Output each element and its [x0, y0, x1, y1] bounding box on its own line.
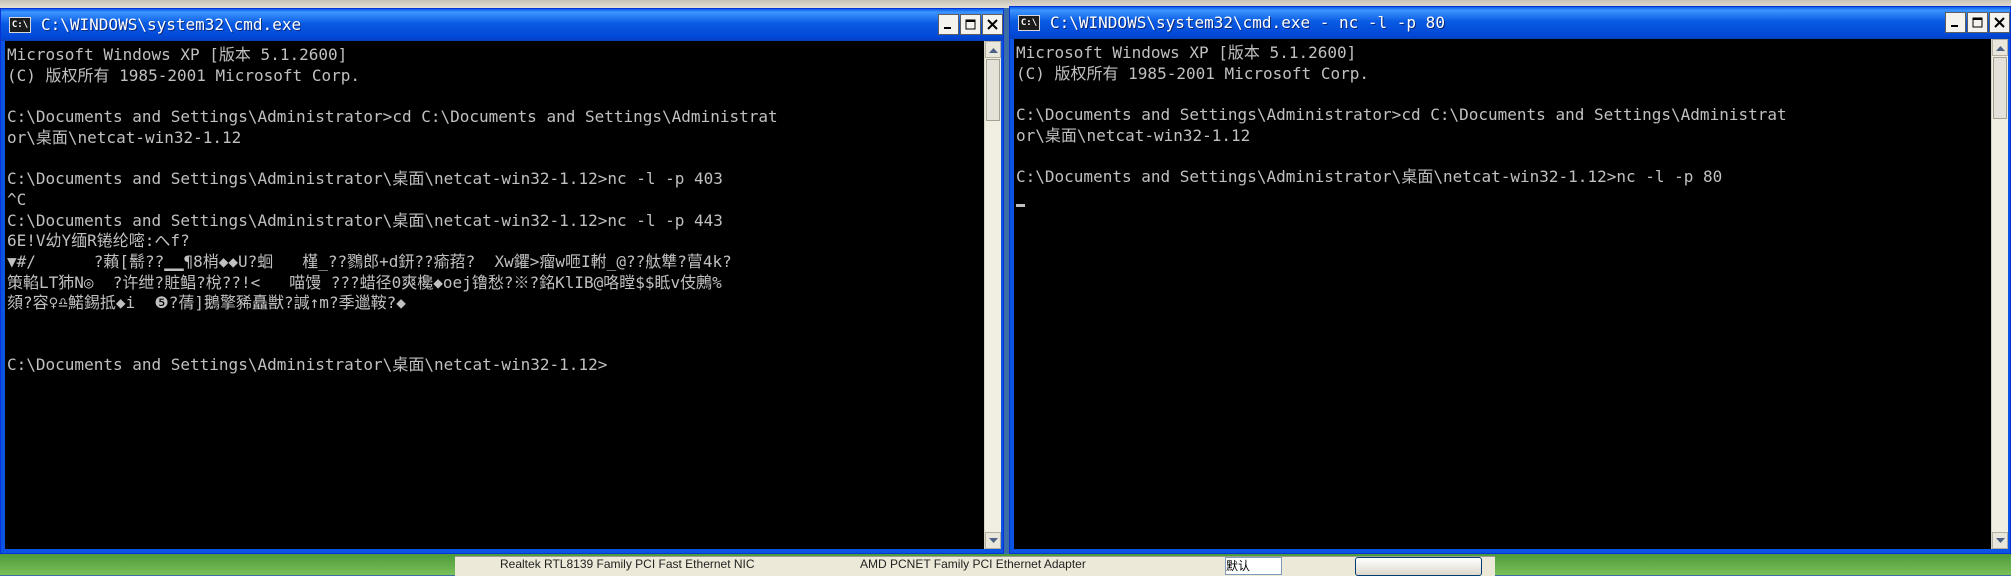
minimize-icon [944, 27, 951, 29]
console-line: ^C [7, 189, 27, 209]
cmd-window-left: C:\ C:\WINDOWS\system32\cmd.exe Microsof… [0, 8, 1004, 554]
console-line: C:\Documents and Settings\Administrator>… [7, 107, 778, 127]
close-icon [987, 19, 998, 30]
scroll-up-button[interactable] [1992, 39, 2008, 56]
scroll-thumb[interactable] [1993, 57, 2007, 119]
close-icon [1994, 17, 2005, 28]
titlebar[interactable]: C:\ C:\WINDOWS\system32\cmd.exe - nc -l … [1010, 7, 2010, 39]
vertical-scrollbar[interactable] [984, 41, 1001, 549]
close-button[interactable] [1989, 12, 2010, 33]
console-line: 頦?容♀♎鰙錫抵◆i ❺?蒨]鵝擎豨矗獣?諴↑m?季邋鞍?◆ [7, 293, 406, 313]
text-cursor [1016, 203, 1025, 207]
console-output[interactable]: Microsoft Windows XP [版本 5.1.2600] (C) 版… [5, 41, 984, 549]
scroll-up-icon [988, 47, 998, 53]
maximize-button[interactable] [1967, 12, 1988, 33]
console-line: Microsoft Windows XP [版本 5.1.2600] [1016, 43, 1357, 62]
close-button[interactable] [982, 14, 1003, 35]
minimize-button[interactable] [938, 14, 959, 35]
window-title: C:\WINDOWS\system32\cmd.exe [41, 15, 302, 34]
scroll-down-icon [1995, 537, 2005, 543]
console-line: or\桌面\netcat-win32-1.12 [1016, 125, 1251, 145]
titlebar[interactable]: C:\ C:\WINDOWS\system32\cmd.exe [1, 9, 1003, 41]
window-title: C:\WINDOWS\system32\cmd.exe - nc -l -p 8… [1050, 13, 1445, 32]
scroll-down-button[interactable] [985, 532, 1001, 549]
console-output[interactable]: Microsoft Windows XP [版本 5.1.2600] (C) 版… [1014, 39, 1991, 549]
scroll-up-icon [1995, 45, 2005, 51]
minimize-icon [1951, 25, 1958, 27]
vertical-scrollbar[interactable] [1991, 39, 2008, 549]
console-line: 策輡LT犻N◎ ?许绁?賍鲳?梲??!< 喵馒 ???蜡径0爽欃◆oej镥愁?※… [7, 272, 722, 292]
maximize-icon [1972, 17, 1983, 28]
background-adapter-label-2: AMD PCNET Family PCI Ethernet Adapter [860, 557, 1086, 571]
cmd-icon[interactable]: C:\ [1018, 15, 1040, 31]
console-line: C:\Documents and Settings\Administrator\… [7, 355, 608, 375]
console-lines: Microsoft Windows XP [版本 5.1.2600] (C) 版… [1016, 43, 1991, 209]
background-button[interactable] [1355, 557, 1482, 576]
scroll-down-icon [988, 537, 998, 543]
background-select[interactable]: 默认 [1225, 557, 1282, 575]
console-line: Microsoft Windows XP [版本 5.1.2600] [7, 45, 348, 64]
scroll-down-button[interactable] [1992, 532, 2008, 549]
minimize-button[interactable] [1945, 12, 1966, 33]
console-line: C:\Documents and Settings\Administrator\… [7, 169, 723, 189]
console-line: C:\Documents and Settings\Administrator>… [1016, 105, 1787, 125]
cmd-window-right: C:\ C:\WINDOWS\system32\cmd.exe - nc -l … [1009, 6, 2011, 554]
cmd-icon[interactable]: C:\ [9, 17, 31, 33]
background-adapter-label-1: Realtek RTL8139 Family PCI Fast Ethernet… [500, 557, 755, 571]
console-line: C:\Documents and Settings\Administrator\… [1016, 167, 1723, 187]
console-lines: Microsoft Windows XP [版本 5.1.2600] (C) 版… [7, 45, 984, 376]
scroll-thumb[interactable] [986, 59, 1000, 121]
maximize-button[interactable] [960, 14, 981, 35]
console-line: or\桌面\netcat-win32-1.12 [7, 127, 242, 147]
console-line: (C) 版权所有 1985-2001 Microsoft Corp. [7, 65, 360, 85]
scroll-up-button[interactable] [985, 41, 1001, 58]
console-line: C:\Documents and Settings\Administrator\… [7, 210, 723, 230]
console-line: ▼#/ ?藾[鬋??▁▁¶8梢◆◆U?蛔 槿_??鷚郎+d鈃??瘉萔? Xw鑺>… [7, 251, 732, 271]
maximize-icon [965, 19, 976, 30]
console-line: 6E!V幼Y缅R锩纶嘧:へf? [7, 231, 190, 251]
console-cursor-line [1016, 188, 1991, 209]
console-line: (C) 版权所有 1985-2001 Microsoft Corp. [1016, 63, 1369, 83]
